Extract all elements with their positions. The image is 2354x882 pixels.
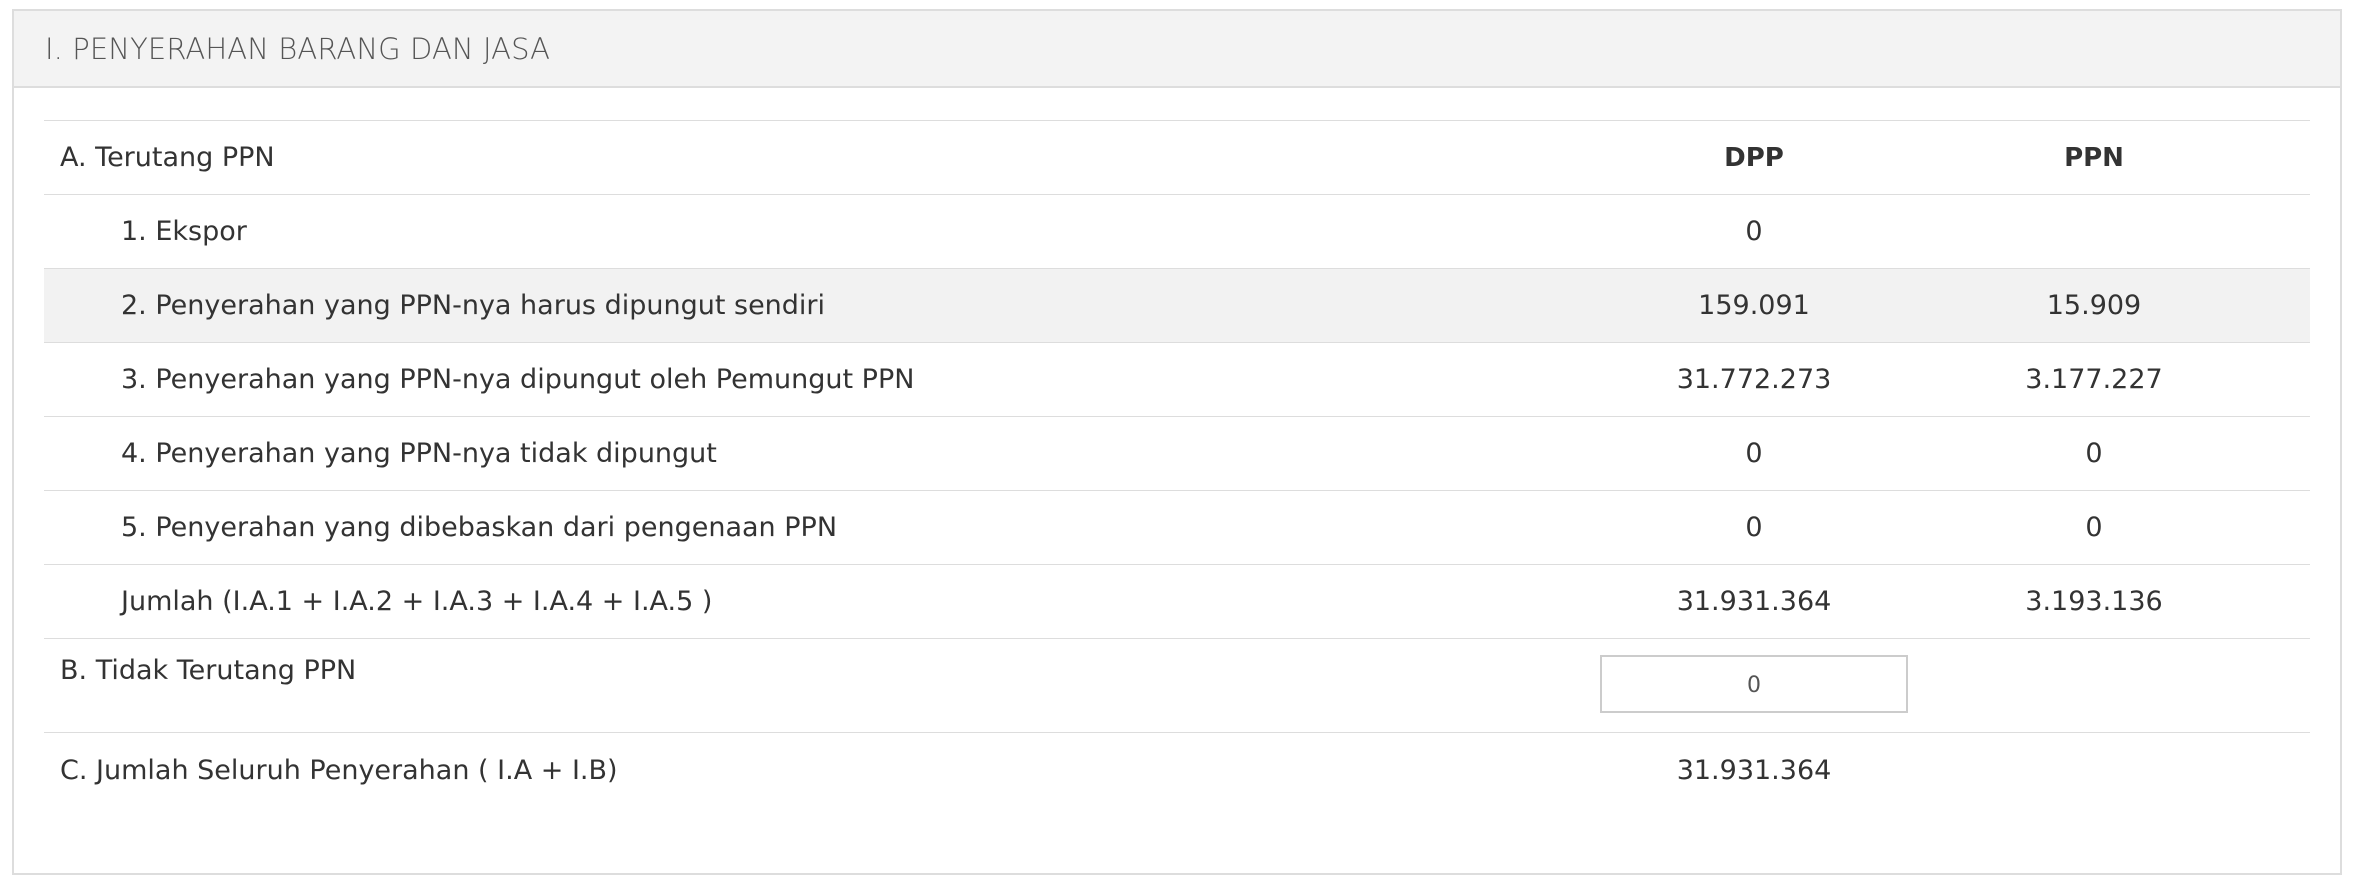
row-label: 3. Penyerahan yang PPN-nya dipungut oleh… — [121, 364, 915, 395]
jumlah-seluruh-value: 31.931.364 — [1676, 754, 1832, 786]
ppn-table: A. Terutang PPN DPP PPN 1. Ekspor 0 2. P… — [44, 120, 2310, 807]
tidak-terutang-cell: 0 — [1584, 654, 1924, 713]
row-dpp-value: 31.772.273 — [1676, 364, 1832, 395]
table-row-jumlah-seluruh: C. Jumlah Seluruh Penyerahan ( I.A + I.B… — [44, 733, 2310, 807]
row-dpp-value: 0 — [1745, 216, 1763, 247]
row-dpp-value: 159.091 — [1698, 290, 1810, 321]
row-ppn-value: 3.177.227 — [2025, 364, 2163, 395]
table-row-jumlah: Jumlah (I.A.1 + I.A.2 + I.A.3 + I.A.4 + … — [44, 565, 2310, 639]
table-row-tidak-terutang: B. Tidak Terutang PPN 0 — [44, 639, 2310, 733]
table-header-row: A. Terutang PPN DPP PPN — [44, 121, 2310, 195]
row-label: 4. Penyerahan yang PPN-nya tidak dipungu… — [121, 438, 717, 469]
table-row-dipungut-pemungut: 3. Penyerahan yang PPN-nya dipungut oleh… — [44, 343, 2310, 417]
table-row-ekspor: 1. Ekspor 0 — [44, 195, 2310, 269]
row-label: 2. Penyerahan yang PPN-nya harus dipungu… — [121, 290, 826, 321]
row-ppn-value: 15.909 — [2046, 290, 2142, 321]
table-row-dibebaskan: 5. Penyerahan yang dibebaskan dari penge… — [44, 491, 2310, 565]
section-c-label: C. Jumlah Seluruh Penyerahan ( I.A + I.B… — [60, 754, 618, 786]
column-header-ppn: PPN — [2064, 142, 2124, 173]
row-dpp-value: 0 — [1745, 438, 1763, 469]
table-row-dipungut-sendiri: 2. Penyerahan yang PPN-nya harus dipungu… — [44, 269, 2310, 343]
penyerahan-panel: I. PENYERAHAN BARANG DAN JASA A. Terutan… — [12, 9, 2342, 875]
panel-heading: I. PENYERAHAN BARANG DAN JASA — [14, 11, 2340, 88]
row-label: 1. Ekspor — [121, 216, 247, 247]
row-dpp-value: 31.931.364 — [1676, 586, 1832, 617]
row-ppn-value: 3.193.136 — [2025, 586, 2163, 617]
row-label: Jumlah (I.A.1 + I.A.2 + I.A.3 + I.A.4 + … — [121, 586, 713, 617]
table-row-tidak-dipungut: 4. Penyerahan yang PPN-nya tidak dipungu… — [44, 417, 2310, 491]
section-b-label: B. Tidak Terutang PPN — [60, 655, 357, 686]
row-dpp-value: 0 — [1745, 512, 1763, 543]
row-label: 5. Penyerahan yang dibebaskan dari penge… — [121, 512, 838, 543]
row-ppn-value: 0 — [2085, 512, 2103, 543]
panel-title: I. PENYERAHAN BARANG DAN JASA — [45, 31, 551, 66]
tidak-terutang-input[interactable]: 0 — [1600, 654, 1908, 713]
column-header-dpp: DPP — [1724, 142, 1784, 173]
section-a-label: A. Terutang PPN — [60, 142, 275, 173]
row-ppn-value: 0 — [2085, 438, 2103, 469]
